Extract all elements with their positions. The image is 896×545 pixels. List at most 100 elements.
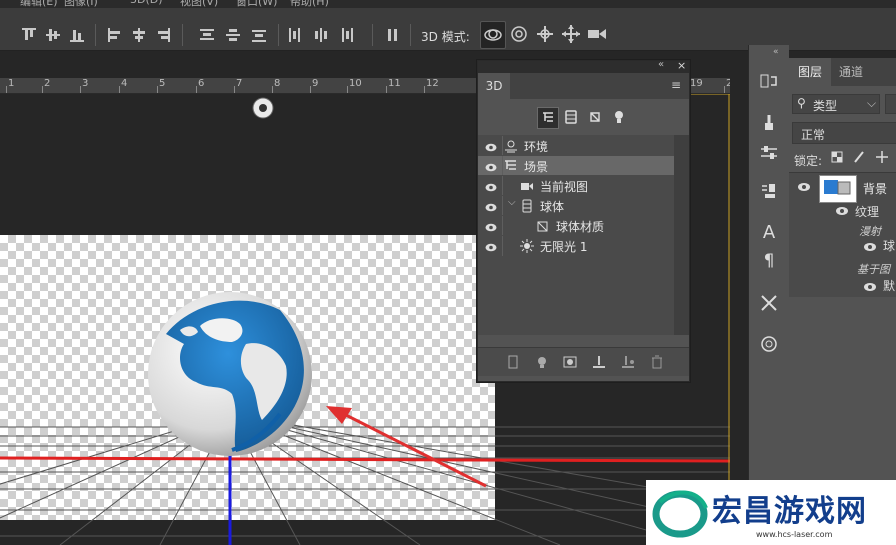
tab-layers[interactable]: 图层 <box>789 58 831 86</box>
libraries-icon[interactable] <box>759 333 779 353</box>
eye-icon[interactable] <box>797 181 811 195</box>
3d-scene-tree: 环境 场景 当前视图 ⌵ 球体球体材质无限光 1 <box>478 135 689 335</box>
tab-3d[interactable]: 3D <box>478 73 510 99</box>
distribute-hcenter-icon[interactable] <box>314 28 328 42</box>
auto-align-icon[interactable] <box>386 28 400 42</box>
align-right-icon[interactable] <box>156 28 170 42</box>
ruler-tick-label: 8 <box>274 78 281 89</box>
scene-tree-label: 球体材质 <box>556 220 605 234</box>
blend-mode-value: 正常 <box>801 128 826 142</box>
watermark-logo-icon <box>652 490 708 538</box>
distribute-top-icon[interactable] <box>200 28 214 42</box>
ruler-tick-label: 6 <box>198 78 205 89</box>
close-panel-icon[interactable]: × <box>677 59 686 72</box>
delete-icon[interactable] <box>650 355 664 369</box>
chevron-down-icon[interactable]: ⌵ <box>508 197 516 208</box>
character-icon[interactable]: A <box>759 223 779 243</box>
pan-3d-icon[interactable] <box>533 21 557 47</box>
ruler-tick-label: 11 <box>388 78 401 89</box>
panel-menu-icon[interactable]: ≡ <box>671 78 681 92</box>
layer-name: 背景 <box>863 182 888 196</box>
lock-position-icon[interactable] <box>875 150 889 167</box>
orbit-3d-icon[interactable] <box>480 21 506 49</box>
align-vcenter-icon[interactable] <box>46 28 60 42</box>
scale-3d-icon[interactable] <box>585 21 609 47</box>
ground-plane-icon[interactable] <box>592 355 606 369</box>
scene-tree-row[interactable]: ⌵ 球体 <box>478 195 674 216</box>
image-based-light-label: 基于图 <box>857 263 890 276</box>
3d-panel[interactable]: « × 3D ≡ 环境 场景 当前视图 ⌵ 球体球体材质无限光 1 <box>477 59 690 382</box>
mesh-icon <box>520 199 534 213</box>
menu-bar: 编辑(E)图像(I) 3D(D)视图(V) 窗口(W)帮助(H) <box>0 0 896 8</box>
material-icon <box>536 219 550 233</box>
roll-3d-icon[interactable] <box>507 21 531 47</box>
scene-tree-row[interactable]: 无限光 1 <box>478 235 674 256</box>
ruler-tick-label: 1 <box>8 78 15 89</box>
ruler-tick-label: 5 <box>159 78 166 89</box>
adjustments-icon[interactable] <box>759 143 779 163</box>
light-widget-icon <box>252 97 274 119</box>
diffuse-label: 漫射 <box>859 225 881 238</box>
scene-tree-row[interactable]: 环境 <box>478 135 674 156</box>
slide-3d-icon[interactable] <box>559 21 583 47</box>
align-bottom-icon[interactable] <box>70 28 84 42</box>
tab-channels[interactable]: 通道 <box>831 58 871 86</box>
distribute-right-icon[interactable] <box>340 28 354 42</box>
filter-scene-icon[interactable] <box>537 107 559 129</box>
blend-mode-select[interactable]: 正常 <box>792 122 896 144</box>
eye-icon[interactable] <box>485 201 497 212</box>
distribute-left-icon[interactable] <box>288 28 302 42</box>
layer-row[interactable]: 背景 纹理 漫射 球 基于图 默 <box>789 172 896 297</box>
lock-transparent-icon[interactable] <box>831 150 843 167</box>
align-left-icon[interactable] <box>108 28 122 42</box>
filter-material-icon[interactable] <box>585 107 605 127</box>
scene-tree-row[interactable]: 场景 <box>478 155 674 176</box>
scene-tree-row[interactable]: 当前视图 <box>478 175 674 196</box>
eye-icon[interactable] <box>485 241 497 252</box>
eye-icon[interactable] <box>485 161 497 172</box>
scene-tree-label: 球体 <box>540 200 565 214</box>
3d-panel-footer <box>478 347 689 376</box>
history-icon[interactable] <box>759 71 779 91</box>
watermark-logo: 宏昌游戏网 www.hcs-laser.com <box>646 480 896 545</box>
align-hcenter-icon[interactable] <box>132 28 146 42</box>
tool-presets-icon[interactable] <box>759 293 779 313</box>
default-ibl-label: 默 <box>883 279 896 293</box>
lock-row: 锁定: <box>789 150 896 170</box>
clone-source-icon[interactable] <box>759 181 779 201</box>
drop-to-plane-icon[interactable] <box>621 355 635 369</box>
ruler-tick-label: 10 <box>349 78 362 89</box>
new-light-icon[interactable] <box>535 355 549 369</box>
new-mesh-icon[interactable] <box>506 355 520 369</box>
lock-pixels-icon[interactable] <box>853 150 865 167</box>
scrollbar[interactable] <box>674 135 689 335</box>
eye-icon[interactable] <box>863 241 877 255</box>
paragraph-icon[interactable]: ¶ <box>759 251 779 271</box>
expand-panels-icon[interactable]: « <box>773 47 779 57</box>
eye-icon[interactable] <box>835 205 849 219</box>
filter-toggle[interactable] <box>885 94 896 114</box>
eye-icon[interactable] <box>485 181 497 192</box>
filter-mesh-icon[interactable] <box>561 107 581 127</box>
eye-icon[interactable] <box>485 221 497 232</box>
light-icon <box>520 239 534 253</box>
layer-filter-select[interactable]: ⚲ 类型 ⌵ <box>792 94 880 114</box>
align-top-icon[interactable] <box>22 28 36 42</box>
panel-title-bar[interactable]: « × <box>478 59 689 73</box>
collapse-panel-icon[interactable]: « <box>658 59 664 70</box>
distribute-vcenter-icon[interactable] <box>226 28 240 42</box>
brush-presets-icon[interactable] <box>759 113 779 133</box>
layers-panel[interactable]: 图层 通道 ⚲ 类型 ⌵ 正常 锁定: 背景 纹理 漫射 球 基于图 默 <box>789 58 896 545</box>
eye-icon[interactable] <box>485 141 497 152</box>
render-icon[interactable] <box>563 355 577 369</box>
ground-plane-grid <box>0 413 730 545</box>
scene-tree-label: 无限光 1 <box>540 240 588 254</box>
ruler-tick-label: 4 <box>121 78 128 89</box>
distribute-bottom-icon[interactable] <box>252 28 266 42</box>
scene-tree-row[interactable]: 球体材质 <box>478 215 674 236</box>
chevron-down-icon: ⌵ <box>867 96 877 110</box>
filter-light-icon[interactable] <box>609 107 629 127</box>
scene-tree-label: 环境 <box>524 140 549 154</box>
ruler-tick-label: 19 <box>690 78 703 89</box>
eye-icon[interactable] <box>863 281 877 295</box>
